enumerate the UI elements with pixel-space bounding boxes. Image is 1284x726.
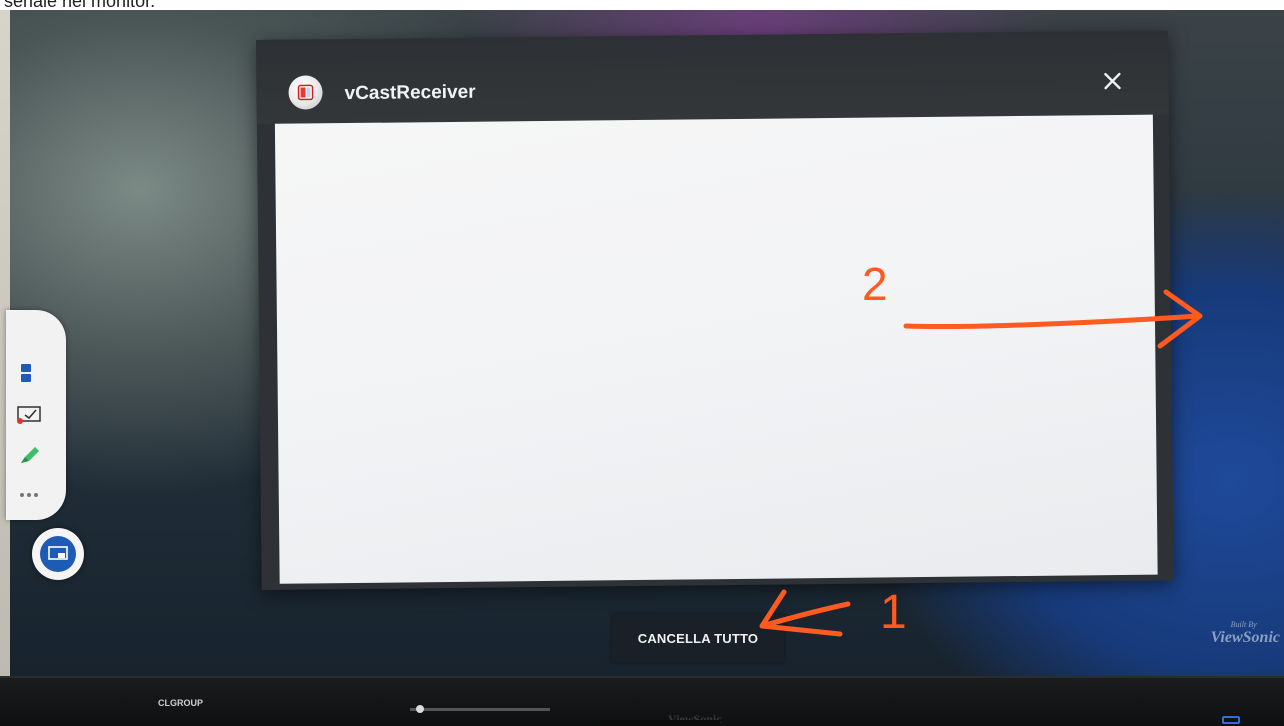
dialog-content-area: [274, 114, 1158, 584]
document-caption: seriale nel monitor.: [0, 0, 1284, 10]
monitor-photo: vCastReceiver CANCELLA TUTTO Built By Vi…: [0, 10, 1284, 726]
brand-name: ViewSonic: [1210, 629, 1280, 646]
close-button[interactable]: [1100, 69, 1124, 93]
screen-share-icon: [40, 536, 76, 572]
vcast-dialog: vCastReceiver: [256, 30, 1174, 590]
shapes-icon[interactable]: [16, 360, 42, 386]
clear-all-label: CANCELLA TUTTO: [637, 630, 759, 646]
side-toolbar: [6, 310, 66, 520]
monitor-bezel: CLGROUP ViewSonic: [0, 676, 1284, 726]
monitor-stand: [600, 720, 720, 726]
screen-share-button[interactable]: [32, 528, 84, 580]
bezel-indicator: [410, 705, 550, 713]
vcast-app-icon: [288, 75, 323, 110]
close-icon: [1104, 72, 1121, 90]
power-indicator-icon: [1222, 716, 1240, 724]
marker-icon[interactable]: [16, 442, 42, 468]
check-icon[interactable]: [16, 402, 42, 428]
brand-watermark: Built By ViewSonic: [1211, 620, 1280, 647]
bezel-logo: CLGROUP: [158, 698, 203, 708]
brand-built-by: Built By: [1230, 620, 1257, 629]
dialog-titlebar: vCastReceiver: [256, 30, 1169, 124]
dialog-title: vCastReceiver: [344, 81, 476, 105]
clear-all-button[interactable]: CANCELLA TUTTO: [612, 614, 784, 662]
more-icon[interactable]: [16, 482, 42, 508]
